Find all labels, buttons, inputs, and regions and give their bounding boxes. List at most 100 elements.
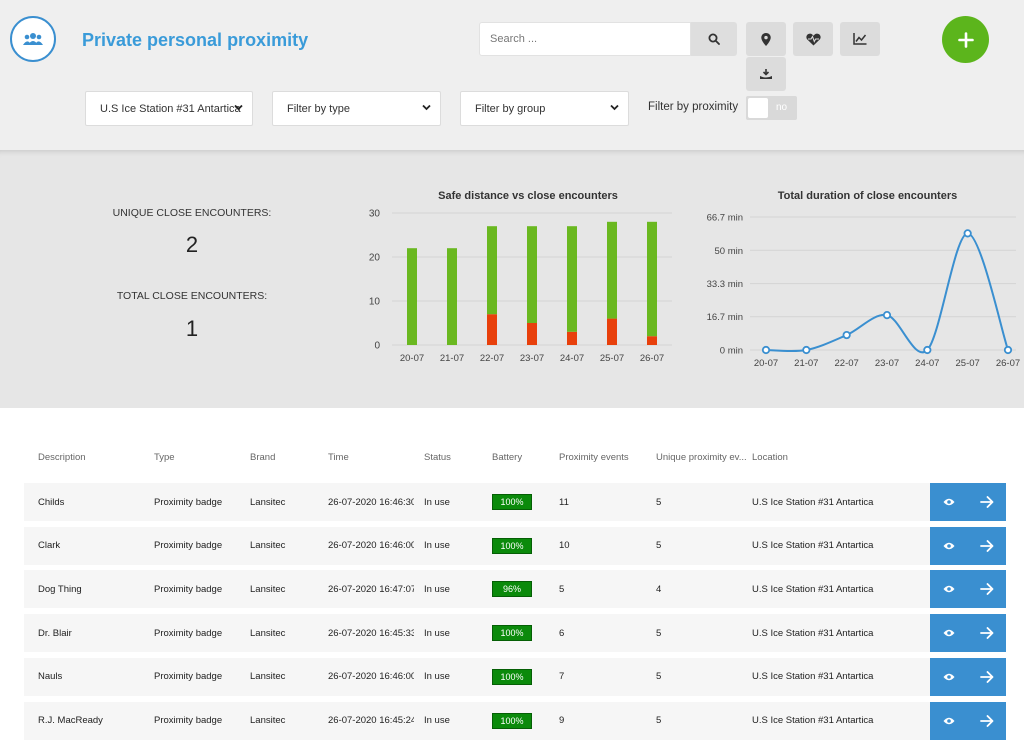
sensor-icon — [760, 69, 772, 79]
heartbeat-icon — [805, 33, 821, 45]
open-button[interactable] — [968, 526, 1006, 565]
eye-icon — [943, 542, 955, 549]
open-button[interactable] — [968, 570, 1006, 609]
view-button[interactable] — [930, 614, 968, 653]
column-header-description[interactable]: Description — [38, 452, 86, 463]
y-tick-label: 66.7 min — [707, 213, 743, 224]
cell-unique-proximity-events: 5 — [656, 715, 662, 726]
cell-battery: 100% — [492, 702, 552, 740]
bar-chart: 0 10 20 30 20-07 21-07 22-07 23-07 24-07 25-07 26-… — [369, 209, 672, 364]
battery-badge: 100% — [492, 537, 532, 554]
location-button[interactable] — [746, 22, 786, 56]
table-row[interactable]: Dog Thing Proximity badge Lansitec 26-07-20… — [24, 570, 1006, 609]
data-point — [802, 345, 811, 355]
cell-description: R.J. MacReady — [38, 715, 103, 726]
line-chart: 0 min 16.7 min 33.3 min 50 min 66.7 min 20-07… — [707, 213, 1021, 370]
view-button[interactable] — [930, 526, 968, 565]
table-row[interactable]: Clark Proximity badge Lansitec 26-07-2020 1… — [24, 526, 1006, 565]
cell-proximity-events: 9 — [559, 715, 565, 726]
eye-icon — [943, 586, 955, 593]
open-button[interactable] — [968, 483, 1006, 521]
sensor-button[interactable] — [746, 57, 786, 91]
add-button[interactable] — [942, 16, 989, 63]
x-tick-label: 21-07 — [794, 358, 818, 369]
cell-description: Childs — [38, 496, 65, 508]
column-header-battery[interactable]: Battery — [492, 452, 522, 463]
cell-battery: 100% — [492, 527, 552, 565]
cell-brand: Lansitec — [250, 540, 286, 552]
eye-icon — [943, 717, 955, 724]
type-select-value: Filter by type — [287, 102, 350, 115]
x-tick-label: 25-07 — [600, 353, 624, 364]
app-logo[interactable] — [10, 16, 56, 62]
table-row[interactable]: Nauls Proximity badge Lansitec 26-07-2020 1… — [24, 657, 1006, 696]
view-button[interactable] — [930, 483, 968, 521]
cell-proximity-events: 11 — [559, 496, 569, 508]
column-header-unique-proximity-events[interactable]: Unique proximity ev... — [656, 452, 747, 463]
cell-location: U.S Ice Station #31 Antartica — [752, 715, 874, 726]
chevron-down-icon — [234, 104, 243, 111]
battery-badge: 100% — [492, 494, 532, 510]
data-point — [882, 311, 892, 320]
health-button[interactable] — [793, 22, 833, 56]
cell-location: U.S Ice Station #31 Antartica — [752, 627, 874, 639]
arrow-right-icon — [980, 583, 994, 596]
cell-brand: Lansitec — [250, 496, 286, 508]
x-tick-label: 20-07 — [400, 353, 424, 364]
cell-proximity-events: 6 — [559, 627, 565, 639]
cell-status: In use — [424, 540, 450, 552]
bar — [487, 314, 497, 345]
column-header-proximity-events[interactable]: Proximity events — [559, 452, 629, 463]
cell-proximity-events: 7 — [559, 671, 565, 683]
location-pin-icon — [761, 32, 771, 46]
type-select[interactable]: Filter by type — [272, 91, 441, 126]
view-button[interactable] — [930, 657, 968, 696]
arrow-right-icon — [980, 496, 994, 508]
chevron-down-icon — [610, 104, 619, 111]
header: Private personal proximity Search ... U.… — [0, 0, 1024, 150]
cell-type: Proximity badge — [154, 715, 223, 726]
search-button[interactable] — [691, 22, 737, 56]
y-tick-label: 50 min — [714, 246, 743, 257]
cell-unique-proximity-events: 5 — [656, 671, 662, 683]
group-select[interactable]: Filter by group — [460, 91, 629, 126]
open-button[interactable] — [968, 701, 1006, 740]
station-select[interactable]: U.S Ice Station #31 Antartica — [85, 91, 253, 126]
group-icon — [23, 33, 43, 45]
open-button[interactable] — [968, 657, 1006, 696]
toggle-text: no — [776, 102, 788, 113]
column-header-brand[interactable]: Brand — [250, 452, 275, 463]
proximity-toggle[interactable]: no — [746, 96, 797, 120]
data-point — [1003, 345, 1013, 355]
bar — [647, 221, 657, 337]
data-point — [842, 330, 851, 340]
view-button[interactable] — [930, 570, 968, 609]
column-header-location[interactable]: Location — [752, 452, 788, 463]
series-line — [765, 232, 1009, 354]
table-row[interactable]: Dr. Blair Proximity badge Lansitec 26-07-20… — [24, 614, 1006, 653]
cell-time: 26-07-2020 16:47:07 — [328, 583, 414, 595]
table-row[interactable]: Childs Proximity badge Lansitec 26-07-2020 … — [24, 483, 1006, 521]
column-header-type[interactable]: Type — [154, 452, 175, 463]
x-tick-label: 22-07 — [835, 358, 859, 369]
bar — [647, 336, 657, 345]
view-button[interactable] — [930, 701, 968, 740]
column-header-time[interactable]: Time — [328, 452, 349, 463]
search-input[interactable] — [479, 22, 691, 56]
cell-proximity-events: 5 — [559, 583, 565, 595]
open-button[interactable] — [968, 614, 1006, 653]
proximity-filter-label: Filter by proximity — [648, 101, 739, 113]
table-row[interactable]: R.J. MacReady Proximity badge Lansitec 26-0… — [24, 701, 1006, 740]
cell-time: 26-07-2020 16:46:00 — [328, 540, 414, 552]
battery-badge: 100% — [492, 712, 532, 729]
x-tick-label: 22-07 — [480, 353, 504, 364]
x-tick-label: 24-07 — [560, 353, 584, 364]
x-tick-label: 20-07 — [754, 358, 778, 369]
bar — [447, 248, 457, 345]
unique-encounters-label: UNIQUE CLOSE ENCOUNTERS: — [112, 207, 272, 219]
bar — [567, 226, 577, 332]
column-header-status[interactable]: Status — [424, 452, 451, 463]
cell-location: U.S Ice Station #31 Antartica — [752, 583, 874, 595]
chart-button[interactable] — [840, 22, 880, 56]
cell-unique-proximity-events: 5 — [656, 540, 662, 552]
